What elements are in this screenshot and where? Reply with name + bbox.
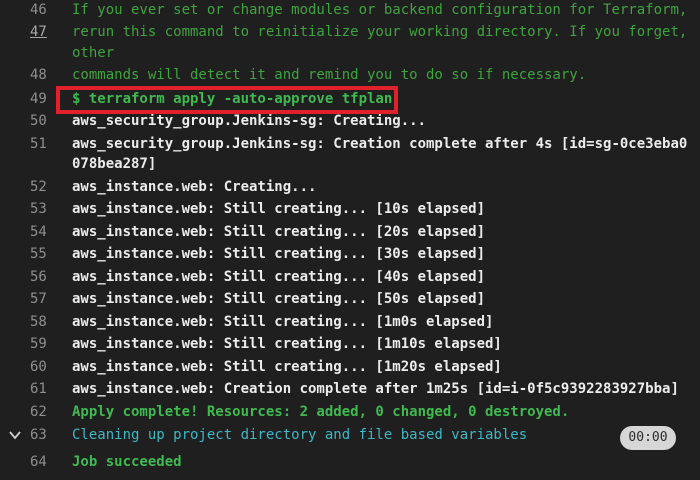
- line-number[interactable]: 54: [30, 224, 62, 240]
- line-number[interactable]: 64: [30, 454, 62, 470]
- section-duration-badge: 00:00: [620, 426, 676, 450]
- log-text: rerun this command to reinitialize your …: [72, 24, 688, 40]
- line-number[interactable]: 50: [30, 113, 62, 129]
- line-number[interactable]: 48: [30, 67, 62, 83]
- job-log: 46 If you ever set or change modules or …: [0, 0, 700, 480]
- log-text: aws_instance.web: Creating...: [72, 179, 317, 195]
- log-text: If you ever set or change modules or bac…: [72, 2, 688, 18]
- log-text: commands will detect it and remind you t…: [72, 67, 587, 83]
- line-number[interactable]: 58: [30, 314, 62, 330]
- log-text: Job succeeded: [72, 454, 182, 470]
- highlight-box: [56, 86, 398, 114]
- log-text: aws_instance.web: Still creating... [10s…: [72, 201, 486, 217]
- line-number[interactable]: 46: [30, 2, 62, 18]
- log-text: aws_instance.web: Still creating... [20s…: [72, 224, 486, 240]
- line-number[interactable]: 56: [30, 269, 62, 285]
- log-text: aws_instance.web: Still creating... [1m1…: [72, 336, 502, 352]
- line-number[interactable]: 52: [30, 179, 62, 195]
- log-text: Apply complete! Resources: 2 added, 0 ch…: [72, 404, 570, 420]
- line-number[interactable]: 60: [30, 359, 62, 375]
- line-number[interactable]: 63: [30, 427, 62, 443]
- log-text: aws_instance.web: Still creating... [1m2…: [72, 359, 502, 375]
- log-text: aws_instance.web: Still creating... [1m0…: [72, 314, 494, 330]
- chevron-down-icon[interactable]: [8, 428, 22, 442]
- log-text: aws_instance.web: Creation complete afte…: [72, 381, 679, 397]
- line-number[interactable]: 55: [30, 246, 62, 262]
- log-text: 078bea287]: [72, 156, 157, 172]
- log-text: aws_instance.web: Still creating... [40s…: [72, 269, 486, 285]
- line-number[interactable]: 57: [30, 291, 62, 307]
- line-number[interactable]: 59: [30, 336, 62, 352]
- line-number[interactable]: 61: [30, 381, 62, 397]
- log-text: aws_instance.web: Still creating... [30s…: [72, 246, 486, 262]
- log-text: aws_security_group.Jenkins-sg: Creating.…: [72, 113, 427, 129]
- log-text: other: [72, 45, 115, 61]
- line-number[interactable]: 47: [30, 24, 62, 40]
- log-text: aws_instance.web: Still creating... [50s…: [72, 291, 486, 307]
- log-text: aws_security_group.Jenkins-sg: Creation …: [72, 136, 688, 152]
- line-number[interactable]: 51: [30, 136, 62, 152]
- section-title: Cleaning up project directory and file b…: [72, 427, 528, 443]
- line-number[interactable]: 62: [30, 404, 62, 420]
- line-number[interactable]: 53: [30, 201, 62, 217]
